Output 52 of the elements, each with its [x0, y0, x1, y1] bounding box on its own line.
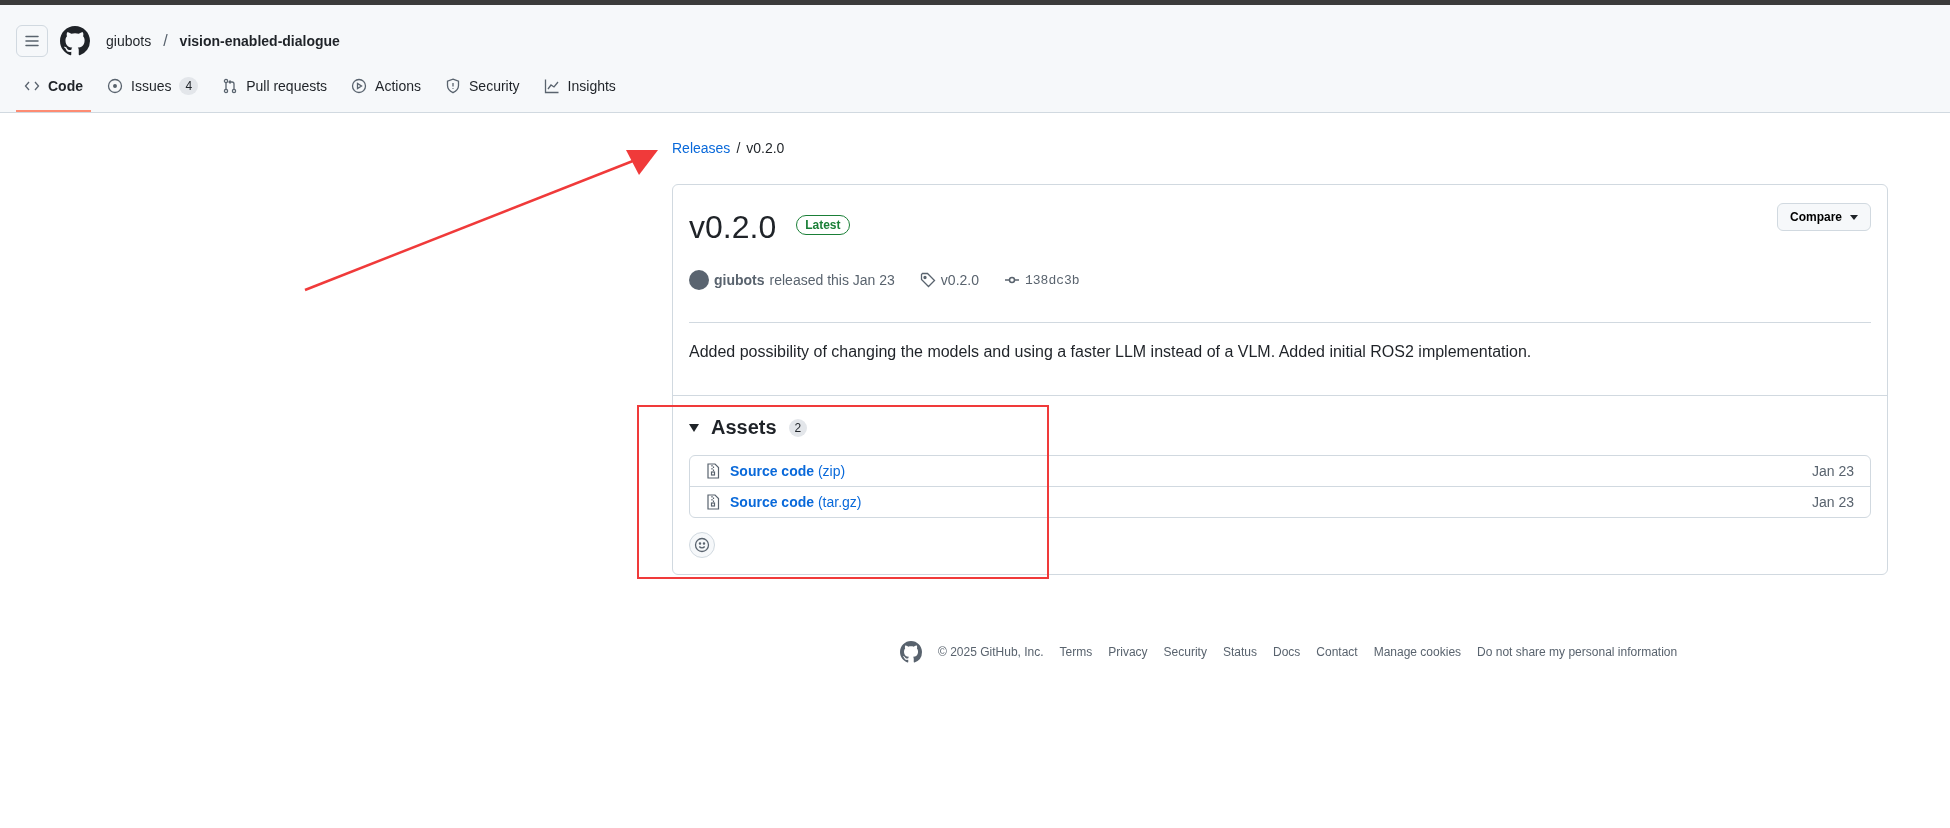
- expand-triangle-icon[interactable]: [689, 422, 699, 433]
- repo-tab[interactable]: Code: [16, 69, 91, 112]
- footer-link[interactable]: Security: [1163, 645, 1207, 659]
- assets-count: 2: [788, 418, 808, 437]
- footer-link[interactable]: Contact: [1316, 645, 1358, 659]
- issue-count: 4: [179, 77, 199, 95]
- breadcrumb-current: v0.2.0: [746, 140, 785, 156]
- repo-link[interactable]: vision-enabled-dialogue: [179, 33, 340, 49]
- graph-icon: [543, 78, 560, 94]
- asset-date: Jan 23: [1811, 494, 1854, 510]
- pull-request-icon: [222, 78, 239, 94]
- repo-tab[interactable]: Pull requests: [214, 69, 336, 112]
- footer-link[interactable]: Privacy: [1108, 645, 1148, 659]
- add-reaction-button[interactable]: [689, 532, 715, 558]
- asset-date: Jan 23: [1811, 463, 1854, 479]
- asset-link[interactable]: Source code (tar.gz): [730, 494, 1802, 510]
- avatar: [689, 270, 709, 290]
- path-separator: /: [163, 32, 168, 50]
- repo-tab[interactable]: Security: [437, 69, 528, 112]
- smiley-icon: [694, 537, 710, 553]
- breadcrumb-separator: /: [736, 140, 741, 156]
- tag-link[interactable]: v0.2.0: [940, 272, 979, 288]
- circle-dot-icon: [107, 78, 123, 94]
- repo-tab[interactable]: Issues 4: [99, 69, 207, 112]
- release-description: Added possibility of changing the models and using a faster LLM instead of a VLM. Added initial ROS2 implementation.: [673, 323, 1887, 396]
- footer-link[interactable]: Docs: [1272, 645, 1301, 659]
- compare-button[interactable]: Compare: [1777, 203, 1871, 231]
- caret-icon: [1850, 214, 1858, 220]
- github-logo-icon[interactable]: [60, 26, 90, 56]
- author-link[interactable]: giubots: [714, 272, 765, 288]
- tag-icon: [919, 272, 936, 288]
- zip-file-icon: [706, 463, 720, 479]
- copyright-text: © 2025 GitHub, Inc.: [938, 645, 1044, 659]
- repo-tab[interactable]: Actions: [343, 69, 429, 112]
- repo-tab[interactable]: Insights: [535, 69, 624, 112]
- shield-icon: [445, 78, 461, 94]
- footer-link[interactable]: Do not share my personal information: [1477, 645, 1678, 659]
- footer-link[interactable]: Terms: [1059, 645, 1093, 659]
- footer-link[interactable]: Status: [1222, 645, 1257, 659]
- zip-file-icon: [706, 494, 720, 510]
- commit-link[interactable]: 138dc3b: [1025, 272, 1080, 288]
- menu-icon: [24, 33, 40, 49]
- menu-button[interactable]: [16, 25, 48, 57]
- github-logo-icon[interactable]: [900, 641, 922, 663]
- release-date: released this Jan 23: [769, 272, 895, 288]
- release-title: v0.2.0: [689, 209, 777, 246]
- releases-link[interactable]: Releases: [672, 140, 731, 156]
- footer-link[interactable]: Manage cookies: [1373, 645, 1462, 659]
- asset-link[interactable]: Source code (zip): [730, 463, 1802, 479]
- owner-link[interactable]: giubots: [106, 33, 152, 49]
- play-icon: [351, 78, 368, 94]
- assets-heading: Assets: [711, 416, 777, 439]
